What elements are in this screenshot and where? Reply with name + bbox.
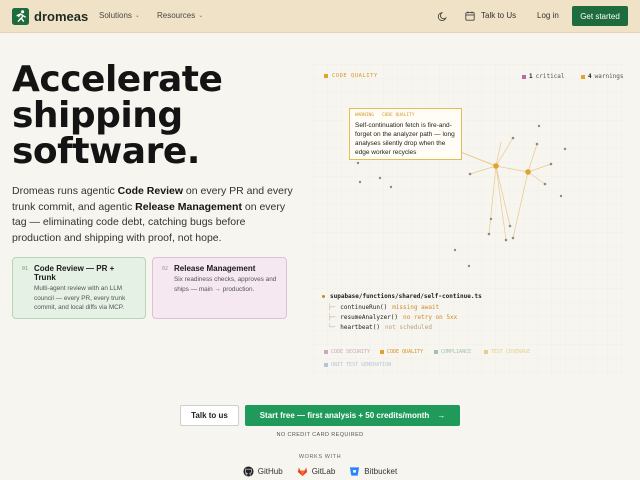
start-free-button[interactable]: Start free — first analysis + 50 credits… bbox=[245, 405, 460, 426]
card-body: Multi-agent review with an LLM council —… bbox=[34, 285, 126, 311]
chevron-down-icon: ⌄ bbox=[198, 13, 204, 19]
file-dot-icon bbox=[322, 295, 325, 298]
chevron-down-icon: ⌄ bbox=[134, 13, 140, 19]
dependency-graph bbox=[356, 124, 567, 268]
code-function-row[interactable]: ├─ resumeAnalyzer() no retry on 5xx bbox=[328, 314, 457, 321]
function-name: continueRun() bbox=[340, 304, 388, 311]
hero-desc-code-review: Code Review bbox=[117, 185, 183, 197]
start-free-label: Start free — first analysis + 50 credits… bbox=[259, 411, 430, 420]
issue-callout[interactable]: WARNING CODE QUALITY Self-continuation f… bbox=[349, 108, 462, 160]
legend-swatch bbox=[484, 350, 488, 354]
talk-to-us-button[interactable]: Talk to us bbox=[180, 405, 239, 426]
tree-branch-icon: └─ bbox=[328, 324, 336, 331]
legend-label: CODE SECURITY bbox=[331, 349, 371, 355]
talk-to-us-link[interactable]: Talk to Us bbox=[481, 11, 516, 20]
runner-logo-icon bbox=[12, 8, 29, 25]
card-code-review[interactable]: 01 Code Review — PR + Trunk Multi-agent … bbox=[12, 257, 146, 319]
card-number: 02 bbox=[162, 266, 169, 272]
legend-label: CODE QUALITY bbox=[387, 349, 424, 355]
integration-name: GitLab bbox=[311, 467, 336, 476]
brand-name: dromeas bbox=[34, 9, 89, 24]
bitbucket-icon bbox=[350, 467, 360, 476]
moon-icon[interactable] bbox=[437, 11, 448, 22]
function-name: resumeAnalyzer() bbox=[340, 314, 399, 321]
integrations-list: GitHub GitLab Bitbucket bbox=[0, 466, 640, 477]
function-name: heartbeat() bbox=[340, 324, 380, 331]
hero-desc-release-management: Release Management bbox=[135, 200, 242, 213]
legend-label: TEST COVERAGE bbox=[491, 349, 531, 355]
calendar-icon bbox=[465, 11, 475, 21]
gitlab-icon bbox=[297, 467, 307, 477]
nav-solutions-label: Solutions bbox=[99, 11, 132, 20]
integration-github[interactable]: GitHub bbox=[243, 466, 283, 477]
no-credit-card-note: NO CREDIT CARD REQUIRED bbox=[276, 432, 364, 438]
analysis-panel: CODE QUALITY 1 critical 4 warnings WARNI… bbox=[313, 64, 626, 376]
legend-compliance[interactable]: COMPLIANCE bbox=[434, 349, 471, 355]
legend-test-coverage[interactable]: TEST COVERAGE bbox=[484, 349, 530, 355]
legend-swatch bbox=[324, 350, 328, 354]
callout-tag-category: CODE QUALITY bbox=[381, 113, 415, 118]
card-release-management[interactable]: 02 Release Management Six readiness chec… bbox=[152, 257, 287, 319]
legend-code-security[interactable]: CODE SECURITY bbox=[324, 349, 370, 355]
function-status: missing await bbox=[392, 304, 440, 311]
legend-swatch bbox=[380, 350, 384, 354]
graph-edges bbox=[457, 137, 552, 241]
function-status: not scheduled bbox=[384, 324, 432, 331]
code-file-row[interactable]: supabase/functions/shared/self-continue.… bbox=[322, 293, 482, 300]
hero-desc-text: Dromeas runs agentic bbox=[12, 185, 118, 197]
integration-name: Bitbucket bbox=[364, 467, 398, 476]
legend-swatch bbox=[324, 363, 328, 367]
legend-code-quality[interactable]: CODE QUALITY bbox=[380, 349, 423, 355]
code-function-row[interactable]: └─ heartbeat() not scheduled bbox=[328, 324, 432, 331]
nav-resources-label: Resources bbox=[157, 11, 196, 20]
nav-resources[interactable]: Resources ⌄ bbox=[157, 11, 203, 20]
function-status: no retry on 5xx bbox=[403, 314, 458, 321]
site-header: dromeas Solutions ⌄ Resources ⌄ Talk to … bbox=[0, 0, 640, 33]
tree-branch-icon: ├─ bbox=[328, 314, 336, 321]
hero-title: Accelerate shipping software. bbox=[12, 59, 223, 172]
integration-gitlab[interactable]: GitLab bbox=[297, 466, 336, 477]
hero-title-line: shipping bbox=[12, 95, 183, 136]
callout-tags: WARNING CODE QUALITY bbox=[355, 113, 456, 118]
card-body: Six readiness checks, approves and ships… bbox=[174, 276, 277, 293]
code-function-row[interactable]: ├─ continueRun() missing await bbox=[328, 304, 439, 311]
legend-label: UNIT TEST GENERATION bbox=[331, 362, 392, 368]
card-number: 01 bbox=[22, 266, 29, 272]
login-link[interactable]: Log in bbox=[537, 11, 559, 20]
hero-description: Dromeas runs agentic Code Review on ever… bbox=[12, 184, 297, 246]
legend-unit-test-generation[interactable]: UNIT TEST GENERATION bbox=[324, 362, 391, 368]
legend-swatch bbox=[434, 350, 438, 354]
get-started-button[interactable]: Get started bbox=[572, 6, 628, 26]
tree-branch-icon: ├─ bbox=[328, 304, 336, 311]
callout-text: Self-continuation fetch is fire-and-forg… bbox=[355, 122, 455, 156]
github-icon bbox=[243, 466, 254, 477]
card-title: Release Management bbox=[174, 264, 256, 273]
hero-title-line: software. bbox=[12, 131, 200, 172]
card-title: Code Review — PR + Trunk bbox=[34, 264, 115, 282]
brand-logo[interactable]: dromeas bbox=[12, 8, 88, 25]
integration-name: GitHub bbox=[257, 467, 283, 476]
hero-title-line: Accelerate bbox=[12, 59, 223, 100]
callout-tag-severity: WARNING bbox=[355, 113, 374, 118]
legend-label: COMPLIANCE bbox=[441, 349, 472, 355]
integration-bitbucket[interactable]: Bitbucket bbox=[349, 466, 397, 477]
code-file-path: supabase/functions/shared/self-continue.… bbox=[330, 293, 482, 300]
arrow-right-icon: → bbox=[437, 411, 446, 420]
nav-solutions[interactable]: Solutions ⌄ bbox=[99, 11, 140, 20]
works-with-label: WORKS WITH bbox=[298, 454, 342, 460]
